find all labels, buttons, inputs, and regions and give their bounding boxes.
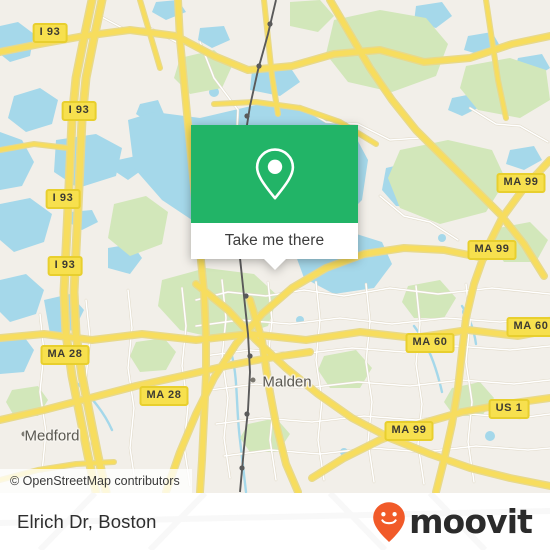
location-title: Elrich Dr, Boston [17, 510, 157, 532]
take-me-there-label: Take me there [224, 232, 325, 249]
road-shield: MA 28 [40, 345, 90, 365]
popup-pointer-tail [263, 259, 286, 270]
moovit-logo[interactable]: moovit [372, 501, 533, 543]
map-canvas[interactable]: I 93 I 93 I 93 I 93 MA 28 MA 28 MA 99 MA 99 MA 6… [0, 0, 550, 493]
road-shield: MA 28 [139, 386, 189, 406]
road-shield: MA 99 [384, 421, 434, 441]
moovit-smiley-pin-icon [373, 501, 405, 542]
destination-popup-card[interactable]: Take me there [191, 125, 358, 270]
map-pin-icon [255, 148, 294, 200]
road-shield: MA 60 [405, 333, 455, 353]
moovit-wordmark: moovit [409, 502, 533, 541]
road-shield: I 93 [61, 101, 97, 121]
road-shield: I 93 [45, 189, 81, 209]
road-shield: I 93 [32, 23, 68, 43]
city-label: Malden [262, 373, 312, 391]
road-shield: I 93 [47, 256, 83, 276]
city-label: Medford [24, 427, 80, 445]
road-shield: MA 60 [506, 317, 550, 337]
osm-attribution-text: © OpenStreetMap contributors [10, 474, 180, 488]
road-shield: MA 99 [467, 240, 517, 260]
osm-attribution[interactable]: © OpenStreetMap contributors [0, 469, 192, 493]
popup-header [191, 125, 358, 223]
bottom-bar: Elrich Dr, Boston moovit [0, 493, 550, 550]
city-marker-dot [250, 377, 256, 383]
road-shield: MA 99 [496, 173, 546, 193]
road-shield: US 1 [488, 399, 530, 419]
popup-footer[interactable]: Take me there [191, 223, 358, 259]
moovit-map-screen: I 93 I 93 I 93 I 93 MA 28 MA 28 MA 99 MA 99 MA 6… [0, 0, 550, 550]
